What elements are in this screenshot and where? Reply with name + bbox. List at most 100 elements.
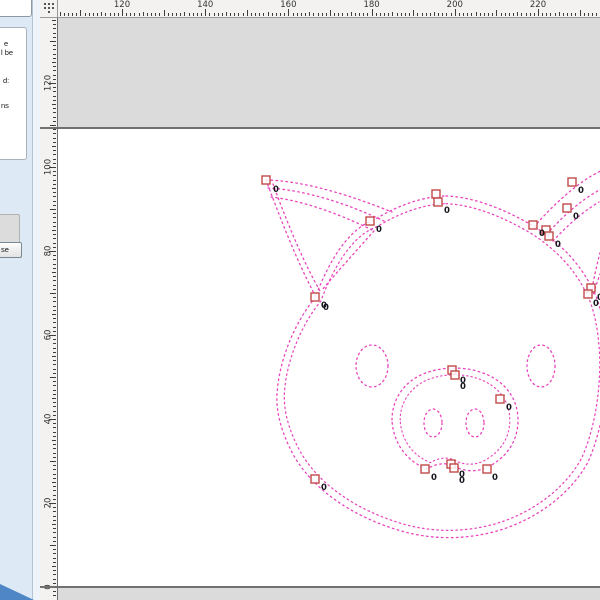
ruler-tick: [288, 9, 290, 16]
outline-ear-left-side-inner[interactable]: [272, 183, 321, 292]
panel-decoration: [0, 584, 34, 600]
node-marker[interactable]: [482, 464, 492, 474]
ruler-tick: [53, 385, 56, 387]
outline-ear-left-fold[interactable]: [321, 230, 375, 291]
ruler-tick: [167, 13, 169, 16]
ruler-tick: [53, 192, 56, 194]
node-marker[interactable]: [433, 197, 443, 207]
close-button[interactable]: se: [0, 242, 22, 258]
outline-head-inner[interactable]: [283, 203, 600, 531]
ruler-label: 40: [43, 413, 54, 425]
ruler-tick: [109, 13, 111, 16]
ruler-tick: [363, 13, 365, 16]
outline-ear-left-side-outer[interactable]: [265, 179, 317, 298]
pig-face-drawing: 000000000000000 00 00: [261, 170, 600, 539]
ruler-tick: [442, 13, 444, 16]
node-marker[interactable]: [310, 474, 320, 484]
horizontal-ruler[interactable]: 120 140 160 180 200 220: [57, 0, 600, 18]
ruler-tick: [396, 13, 398, 16]
ruler-tick: [155, 13, 157, 16]
node-marker[interactable]: [583, 289, 593, 299]
node-marker[interactable]: [261, 175, 271, 185]
ruler-tick: [53, 549, 56, 551]
outline-eye-right[interactable]: [526, 344, 556, 388]
outline-nostril-left[interactable]: [423, 408, 443, 438]
node-marker[interactable]: [365, 216, 375, 226]
ruler-tick: [53, 24, 56, 26]
panel-thumbnail: [0, 214, 20, 245]
ruler-tick: [313, 13, 315, 16]
node-marker[interactable]: [567, 177, 577, 187]
ruler-tick: [388, 13, 390, 16]
ruler-tick: [53, 498, 56, 500]
ruler-label: 100: [43, 158, 54, 176]
ruler-tick: [51, 314, 56, 315]
outline-ear-right-outer[interactable]: [533, 170, 600, 228]
outline-eye-left[interactable]: [355, 344, 389, 388]
ruler-tick: [492, 13, 494, 16]
ruler-tick: [138, 13, 140, 16]
ruler-tick: [117, 13, 119, 16]
ruler-tick: [53, 221, 56, 223]
node-marker[interactable]: [495, 394, 505, 404]
ruler-tick: [562, 13, 564, 16]
ruler-tick: [53, 540, 56, 542]
vertical-ruler[interactable]: 020406080100120: [40, 17, 58, 600]
ruler-tick: [458, 13, 460, 16]
ruler-tick: [53, 183, 56, 185]
ruler-tick: [53, 326, 56, 328]
ruler-tick: [72, 13, 74, 16]
outline-ear-left-top-outer[interactable]: [265, 179, 393, 213]
ruler-tick: [53, 515, 56, 517]
node-marker[interactable]: [562, 203, 572, 213]
ruler-tick: [53, 217, 56, 219]
ruler-tick: [53, 582, 56, 584]
ruler-tick: [134, 13, 136, 16]
ruler-tick: [76, 13, 78, 16]
ruler-tick: [53, 435, 56, 437]
ruler-tick: [359, 13, 361, 16]
ruler-tick: [142, 11, 144, 16]
ruler-tick: [434, 11, 435, 16]
node-marker[interactable]: [431, 189, 441, 199]
node-marker[interactable]: [420, 464, 430, 474]
ruler-origin-button[interactable]: [40, 0, 58, 18]
node-marker[interactable]: [449, 463, 459, 473]
ruler-tick: [53, 150, 56, 152]
ruler-label: 220: [529, 0, 547, 10]
node-marker[interactable]: [528, 220, 538, 230]
ruler-tick: [53, 129, 56, 131]
ruler-tick: [59, 11, 61, 16]
ruler-tick: [53, 519, 56, 521]
ruler-tick: [53, 116, 56, 118]
ruler-tick: [234, 13, 236, 16]
ruler-tick: [367, 13, 369, 16]
panel-top-field[interactable]: [0, 0, 32, 17]
outline-ear-right-mid[interactable]: [546, 188, 600, 235]
ruler-tick: [53, 561, 56, 563]
outline-ear-right-return-a[interactable]: [591, 238, 600, 290]
ruler-tick: [300, 13, 302, 16]
ruler-tick: [53, 465, 56, 467]
outline-nostril-right[interactable]: [465, 408, 485, 438]
ruler-tick: [92, 13, 94, 16]
ruler-tick: [209, 13, 211, 16]
outline-snout-inner[interactable]: [399, 374, 511, 465]
ruler-label: 160: [280, 0, 297, 10]
ruler-tick: [51, 146, 56, 147]
ruler-tick: [292, 13, 294, 16]
ruler-tick: [53, 225, 56, 227]
node-order-label: 0: [321, 483, 327, 493]
ruler-origin-icon: [44, 3, 54, 13]
node-marker[interactable]: [310, 292, 320, 302]
node-marker[interactable]: [544, 231, 554, 241]
node-marker[interactable]: [450, 370, 460, 380]
ruler-tick: [53, 393, 56, 395]
ruler-tick: [122, 9, 123, 16]
design-canvas[interactable]: 0000000000000000000: [58, 17, 600, 600]
ruler-tick: [575, 13, 577, 16]
ruler-tick: [53, 133, 56, 135]
ruler-tick: [421, 13, 423, 16]
outline-snout-outer[interactable]: [391, 367, 519, 472]
outline-ear-left-top-inner[interactable]: [270, 196, 375, 232]
